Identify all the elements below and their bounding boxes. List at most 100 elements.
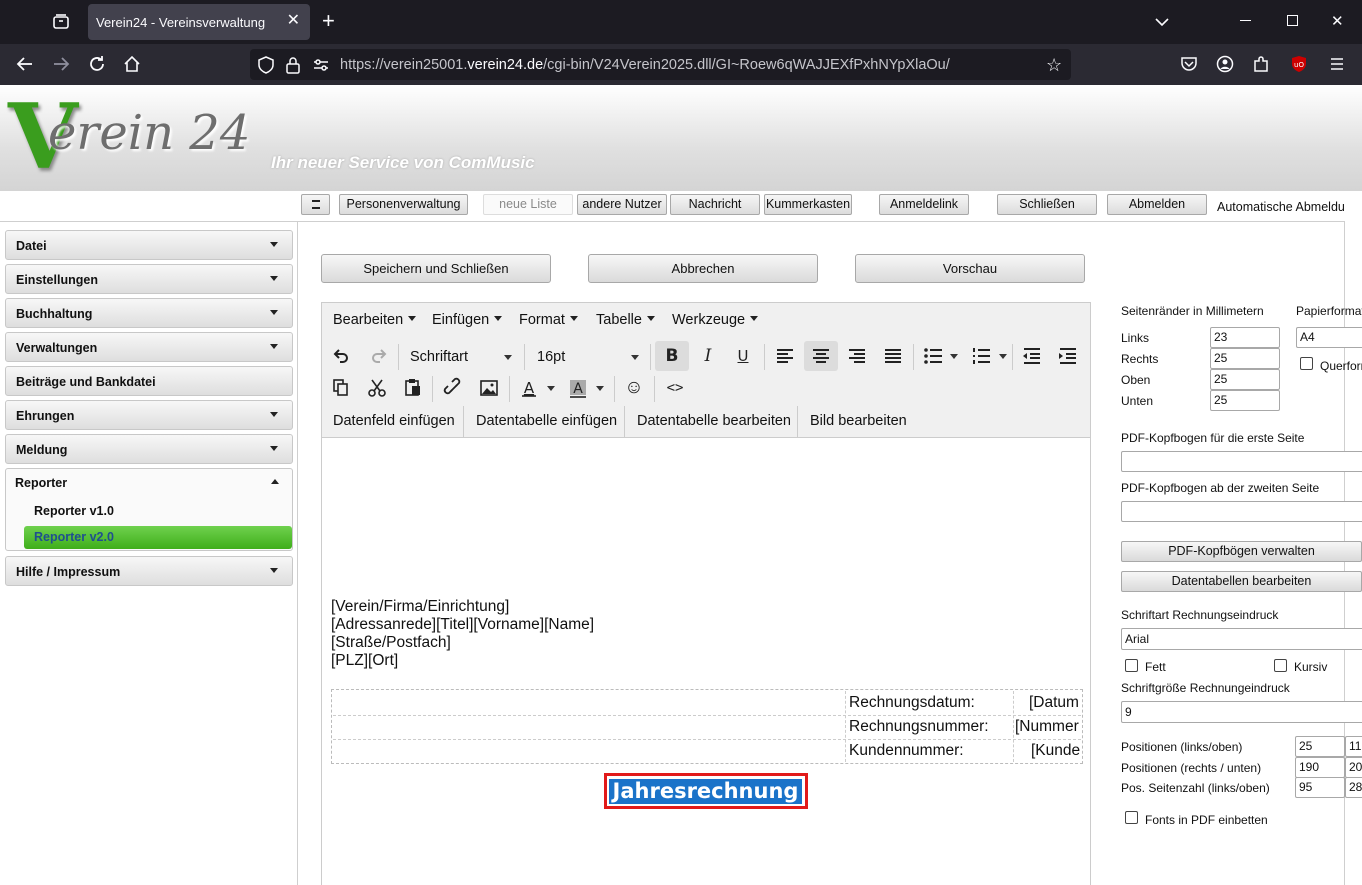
permissions-icon[interactable] [313, 58, 329, 72]
nachricht-button[interactable]: Nachricht [670, 194, 760, 215]
sidebar-item-ehrungen[interactable]: Ehrungen [5, 400, 293, 430]
align-justify-icon[interactable] [878, 341, 908, 371]
new-tab-icon[interactable]: + [322, 10, 335, 32]
address-line[interactable]: [Verein/Firma/Einrichtung] [331, 598, 509, 616]
anmeldelink-button[interactable]: Anmeldelink [879, 194, 969, 215]
neue-liste-button[interactable]: neue Liste [483, 194, 573, 215]
bild-bearbeiten-button[interactable]: Bild bearbeiten [810, 406, 907, 436]
margin-top-input[interactable]: 25 [1210, 369, 1280, 390]
address-line[interactable]: [PLZ][Ort] [331, 652, 398, 670]
table-cell-value[interactable]: [Datum [1029, 694, 1082, 712]
pos-pagenum-top-input[interactable]: 28 [1345, 777, 1362, 798]
table-cell-label[interactable]: Rechnungsnummer: [849, 718, 989, 736]
minimize-icon[interactable] [1240, 20, 1251, 21]
address-line[interactable]: [Straße/Postfach] [331, 634, 451, 652]
reload-icon[interactable] [88, 55, 106, 73]
align-left-icon[interactable] [770, 341, 800, 371]
ublock-icon[interactable]: uO [1290, 55, 1308, 73]
sidebar-subitem-reporter-v2[interactable]: Reporter v2.0 [34, 530, 114, 544]
datentabelle-einfuegen-button[interactable]: Datentabelle einfügen [476, 406, 617, 436]
maximize-icon[interactable] [1287, 15, 1298, 26]
menu-werkzeuge[interactable]: Werkzeuge [672, 312, 759, 328]
lock-icon[interactable] [286, 56, 300, 74]
sidebar-item-einstellungen[interactable]: Einstellungen [5, 264, 293, 294]
bold-icon[interactable]: B [655, 341, 689, 371]
sidebar-item-verwaltungen[interactable]: Verwaltungen [5, 332, 293, 362]
address-line[interactable]: [Adressanrede][Titel][Vorname][Name] [331, 616, 594, 634]
bold-checkbox[interactable] [1125, 659, 1138, 672]
font-family-select[interactable]: Schriftart [410, 344, 512, 370]
undo-icon[interactable] [326, 341, 356, 371]
document-title-selected[interactable]: Jahresrechnung [609, 779, 802, 804]
close-window-icon[interactable]: ✕ [1331, 12, 1344, 30]
pocket-icon[interactable] [1180, 56, 1198, 72]
sidebar-item-reporter[interactable]: Reporter [5, 468, 293, 498]
menu-tabelle[interactable]: Tabelle [596, 312, 655, 328]
kummerkasten-button[interactable]: Kummerkasten [764, 194, 852, 215]
highlight-color-icon[interactable]: A [562, 373, 608, 403]
andere-nutzer-button[interactable]: andere Nutzer [577, 194, 667, 215]
margin-left-input[interactable]: 23 [1210, 327, 1280, 348]
sidebar-item-hilfe[interactable]: Hilfe / Impressum [5, 556, 293, 586]
indent-icon[interactable] [1053, 341, 1083, 371]
back-icon[interactable] [16, 55, 34, 73]
underline-icon[interactable]: U [728, 341, 758, 371]
cancel-button[interactable]: Abbrechen [588, 254, 818, 283]
table-cell-label[interactable]: Rechnungsdatum: [849, 694, 975, 712]
abmelden-button[interactable]: Abmelden [1107, 194, 1207, 215]
menu-bearbeiten[interactable]: Bearbeiten [333, 312, 417, 328]
editor-content[interactable] [322, 439, 1090, 885]
account-icon[interactable] [1216, 55, 1234, 73]
cut-icon[interactable] [362, 373, 392, 403]
sidebar-item-beitraege[interactable]: Beiträge und Bankdatei [5, 366, 293, 396]
sidebar-item-meldung[interactable]: Meldung [5, 434, 293, 464]
invoice-fontsize-input[interactable]: 9 [1121, 701, 1362, 723]
margin-right-input[interactable]: 25 [1210, 348, 1280, 369]
schliessen-button[interactable]: Schließen [997, 194, 1097, 215]
pdf-second-page-input[interactable] [1121, 501, 1362, 522]
sidebar-item-buchhaltung[interactable]: Buchhaltung [5, 298, 293, 328]
emoji-icon[interactable]: ☺ [619, 373, 649, 403]
preview-button[interactable]: Vorschau [855, 254, 1085, 283]
numbered-list-icon[interactable] [968, 341, 1010, 371]
copy-icon[interactable] [326, 373, 356, 403]
datatables-edit-button[interactable]: Datentabellen bearbeiten [1121, 571, 1362, 592]
sidebar-subitem-reporter-v1[interactable]: Reporter v1.0 [34, 504, 114, 518]
browser-tab-active[interactable]: Verein24 - Vereinsverwaltung ✕ [88, 4, 310, 40]
datentabelle-bearbeiten-button[interactable]: Datentabelle bearbeiten [637, 406, 791, 436]
extensions-icon[interactable] [1252, 55, 1270, 73]
datenfeld-einfuegen-button[interactable]: Datenfeld einfügen [333, 406, 455, 436]
outdent-icon[interactable] [1017, 341, 1047, 371]
landscape-checkbox[interactable] [1300, 357, 1313, 370]
table-cell-label[interactable]: Kundennummer: [849, 742, 964, 760]
tab-overview-icon[interactable] [52, 13, 70, 31]
pdf-first-page-input[interactable] [1121, 451, 1362, 472]
text-color-icon[interactable]: A [513, 373, 559, 403]
sidebar-item-datei[interactable]: Datei [5, 230, 293, 260]
link-icon[interactable] [439, 373, 469, 403]
source-code-icon[interactable]: <> [660, 373, 690, 403]
app-menu-icon[interactable] [1330, 57, 1344, 71]
paper-format-select[interactable]: A4 [1296, 327, 1362, 348]
redo-icon[interactable] [364, 341, 394, 371]
italic-icon[interactable]: I [693, 341, 723, 371]
image-icon[interactable] [474, 373, 504, 403]
bullet-list-icon[interactable] [918, 341, 960, 371]
menu-format[interactable]: Format [519, 312, 578, 328]
menu-toggle-button[interactable] [301, 194, 330, 215]
menu-einfuegen[interactable]: Einfügen [432, 312, 503, 328]
shield-icon[interactable] [258, 56, 274, 74]
close-tab-icon[interactable]: ✕ [287, 13, 300, 29]
table-cell-value[interactable]: [Kunde [1031, 742, 1082, 760]
align-center-icon[interactable] [804, 341, 838, 371]
pdf-manage-button[interactable]: PDF-Kopfbögen verwalten [1121, 541, 1362, 562]
forward-icon[interactable] [52, 55, 70, 73]
italic-checkbox[interactable] [1274, 659, 1287, 672]
pos-top-input[interactable]: 11 [1345, 736, 1362, 757]
embed-fonts-checkbox[interactable] [1125, 811, 1138, 824]
table-cell-value[interactable]: [Nummer [1015, 718, 1082, 736]
personenverwaltung-button[interactable]: Personenverwaltung [339, 194, 468, 215]
font-size-select[interactable]: 16pt [537, 344, 639, 370]
margin-bottom-input[interactable]: 25 [1210, 390, 1280, 411]
pos-bottom-input[interactable]: 20 [1345, 757, 1362, 778]
